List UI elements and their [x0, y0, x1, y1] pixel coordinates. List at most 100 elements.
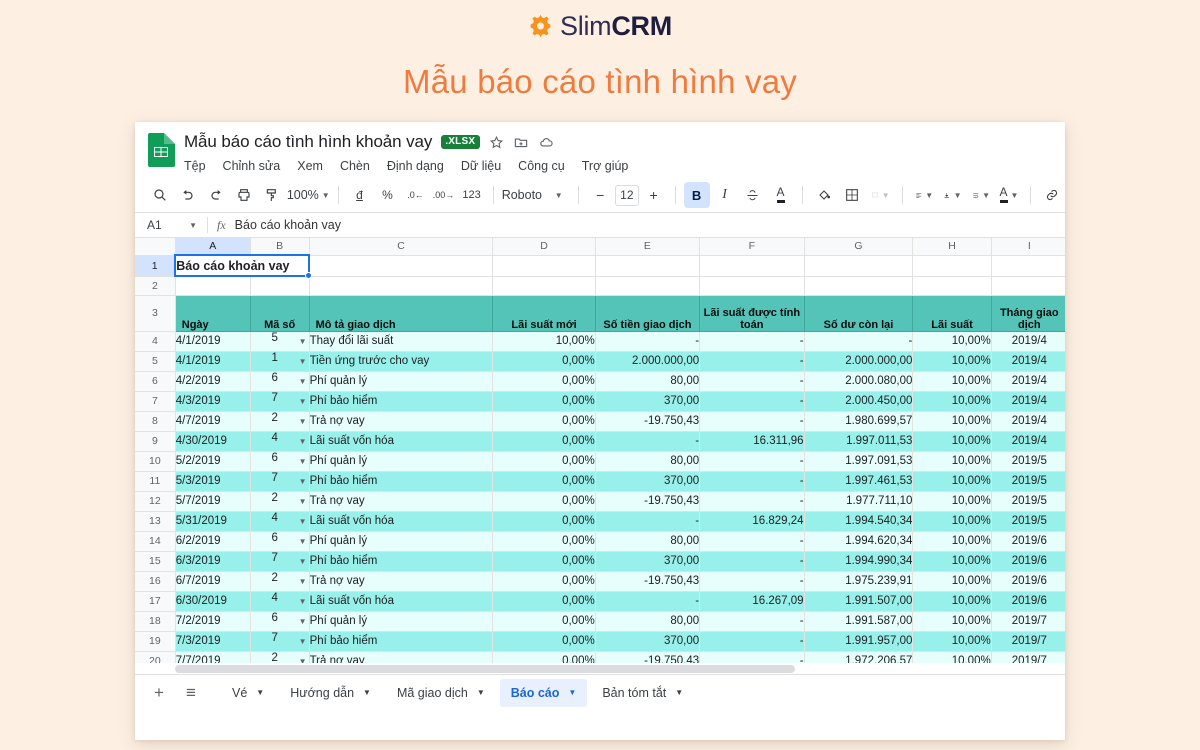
- cell-month[interactable]: 2019/6: [991, 571, 1065, 591]
- cell-rate[interactable]: 10,00%: [913, 391, 991, 411]
- column-header-g[interactable]: G: [804, 238, 913, 255]
- cell-date[interactable]: 6/7/2019: [175, 571, 250, 591]
- cell-description[interactable]: Lãi suất vốn hóa: [309, 431, 493, 451]
- cell-new-rate[interactable]: 0,00%: [493, 371, 595, 391]
- chevron-down-icon[interactable]: ▼: [299, 552, 307, 571]
- cell-month[interactable]: 2019/4: [991, 411, 1065, 431]
- chevron-down-icon[interactable]: ▼: [477, 688, 485, 697]
- cell-month[interactable]: 2019/7: [991, 631, 1065, 651]
- cell-h1[interactable]: [913, 255, 991, 276]
- table-row[interactable]: 84/7/20192▼Trả nợ vay0,00%-19.750,43-1.9…: [135, 411, 1065, 431]
- cell-code[interactable]: 2▼: [250, 491, 309, 511]
- header-thang-giao-dich[interactable]: Tháng giao dịch: [991, 295, 1065, 331]
- cell-date[interactable]: 6/30/2019: [175, 591, 250, 611]
- cell-code[interactable]: 4▼: [250, 431, 309, 451]
- cell-new-rate[interactable]: 0,00%: [493, 531, 595, 551]
- cell-date[interactable]: 4/7/2019: [175, 411, 250, 431]
- column-header-f[interactable]: F: [700, 238, 804, 255]
- cell-date[interactable]: 5/31/2019: [175, 511, 250, 531]
- cell-code[interactable]: 6▼: [250, 611, 309, 631]
- cell-new-rate[interactable]: 0,00%: [493, 491, 595, 511]
- cell-description[interactable]: Lãi suất vốn hóa: [309, 511, 493, 531]
- cell-balance[interactable]: 1.997.011,53: [804, 431, 913, 451]
- table-row[interactable]: 156/3/20197▼Phí bảo hiểm0,00%370,00-1.99…: [135, 551, 1065, 571]
- cell-description[interactable]: Trả nợ vay: [309, 411, 493, 431]
- cell-rate[interactable]: 10,00%: [913, 571, 991, 591]
- cell-balance[interactable]: 1.991.957,00: [804, 631, 913, 651]
- cell-e1[interactable]: [595, 255, 699, 276]
- cell-new-rate[interactable]: 0,00%: [493, 471, 595, 491]
- row-header[interactable]: 13: [135, 511, 175, 531]
- increase-decimal-button[interactable]: .00→: [431, 182, 457, 208]
- cell-i2[interactable]: [991, 276, 1065, 295]
- menu-item-insert[interactable]: Chèn: [340, 159, 370, 173]
- cell-c1[interactable]: [309, 255, 493, 276]
- row-header[interactable]: 19: [135, 631, 175, 651]
- table-row[interactable]: 197/3/20197▼Phí bảo hiểm0,00%370,00-1.99…: [135, 631, 1065, 651]
- cell-code[interactable]: 6▼: [250, 451, 309, 471]
- cell-month[interactable]: 2019/4: [991, 431, 1065, 451]
- cell-amount[interactable]: 80,00: [595, 451, 699, 471]
- add-sheet-button[interactable]: +: [145, 679, 173, 707]
- cell-month[interactable]: 2019/6: [991, 531, 1065, 551]
- chevron-down-icon[interactable]: ▼: [299, 372, 307, 391]
- header-so-tien[interactable]: Số tiền giao dịch: [595, 295, 699, 331]
- cell-h2[interactable]: [913, 276, 991, 295]
- cell-balance[interactable]: 2.000.450,00: [804, 391, 913, 411]
- cell-description[interactable]: Phí quản lý: [309, 611, 493, 631]
- cell-amount[interactable]: -: [595, 431, 699, 451]
- cell-rate[interactable]: 10,00%: [913, 491, 991, 511]
- formula-input[interactable]: Báo cáo khoản vay: [235, 218, 341, 232]
- cell-code[interactable]: 6▼: [250, 531, 309, 551]
- cell-code[interactable]: 6▼: [250, 371, 309, 391]
- cell-code[interactable]: 4▼: [250, 591, 309, 611]
- cell-code[interactable]: 7▼: [250, 391, 309, 411]
- spreadsheet-grid[interactable]: A B C D E F G H I J 1: [135, 238, 1065, 674]
- cell-calculated-interest[interactable]: -: [700, 551, 804, 571]
- bold-button[interactable]: B: [684, 182, 710, 208]
- column-header-i[interactable]: I: [991, 238, 1065, 255]
- header-ma-so[interactable]: Mã số: [250, 295, 309, 331]
- font-family-selector[interactable]: Roboto: [502, 182, 543, 208]
- horizontal-align-icon[interactable]: ▼: [911, 182, 937, 208]
- cell-new-rate[interactable]: 10,00%: [493, 331, 595, 351]
- horizontal-scrollbar[interactable]: [135, 663, 1065, 674]
- cell-date[interactable]: 5/3/2019: [175, 471, 250, 491]
- cell-month[interactable]: 2019/4: [991, 371, 1065, 391]
- menu-item-format[interactable]: Định dạng: [387, 159, 444, 173]
- cell-calculated-interest[interactable]: -: [700, 631, 804, 651]
- chevron-down-icon[interactable]: ▼: [299, 332, 307, 351]
- cell-calculated-interest[interactable]: -: [700, 351, 804, 371]
- cell-calculated-interest[interactable]: -: [700, 471, 804, 491]
- cell-amount[interactable]: -19.750,43: [595, 571, 699, 591]
- chevron-down-icon[interactable]: ▼: [299, 432, 307, 451]
- cell-rate[interactable]: 10,00%: [913, 591, 991, 611]
- cell-rate[interactable]: 10,00%: [913, 631, 991, 651]
- cell-new-rate[interactable]: 0,00%: [493, 411, 595, 431]
- row-header[interactable]: 8: [135, 411, 175, 431]
- cell-balance[interactable]: 1.994.620,34: [804, 531, 913, 551]
- cell-code[interactable]: 2▼: [250, 411, 309, 431]
- decrease-decimal-button[interactable]: .0←: [403, 182, 429, 208]
- increase-font-size-button[interactable]: +: [641, 182, 667, 208]
- column-header-c[interactable]: C: [309, 238, 493, 255]
- header-ngay[interactable]: Ngày: [175, 295, 250, 331]
- table-row[interactable]: 105/2/20196▼Phí quản lý0,00%80,00-1.997.…: [135, 451, 1065, 471]
- cell-new-rate[interactable]: 0,00%: [493, 431, 595, 451]
- cell-new-rate[interactable]: 0,00%: [493, 631, 595, 651]
- sheet-tab-bao-cao[interactable]: Báo cáo ▼: [500, 679, 588, 707]
- borders-icon[interactable]: [839, 182, 865, 208]
- chevron-down-icon[interactable]: ▼: [363, 688, 371, 697]
- cell-rate[interactable]: 10,00%: [913, 471, 991, 491]
- row-header[interactable]: 9: [135, 431, 175, 451]
- cell-d2[interactable]: [493, 276, 595, 295]
- cell-amount[interactable]: -19.750,43: [595, 491, 699, 511]
- cell-c2[interactable]: [309, 276, 493, 295]
- cell-amount[interactable]: 80,00: [595, 371, 699, 391]
- font-family-chevron-down-icon[interactable]: ▼: [544, 182, 570, 208]
- cell-date[interactable]: 4/1/2019: [175, 331, 250, 351]
- cell-calculated-interest[interactable]: -: [700, 411, 804, 431]
- column-header-b[interactable]: B: [250, 238, 309, 255]
- table-row[interactable]: 125/7/20192▼Trả nợ vay0,00%-19.750,43-1.…: [135, 491, 1065, 511]
- row-header[interactable]: 15: [135, 551, 175, 571]
